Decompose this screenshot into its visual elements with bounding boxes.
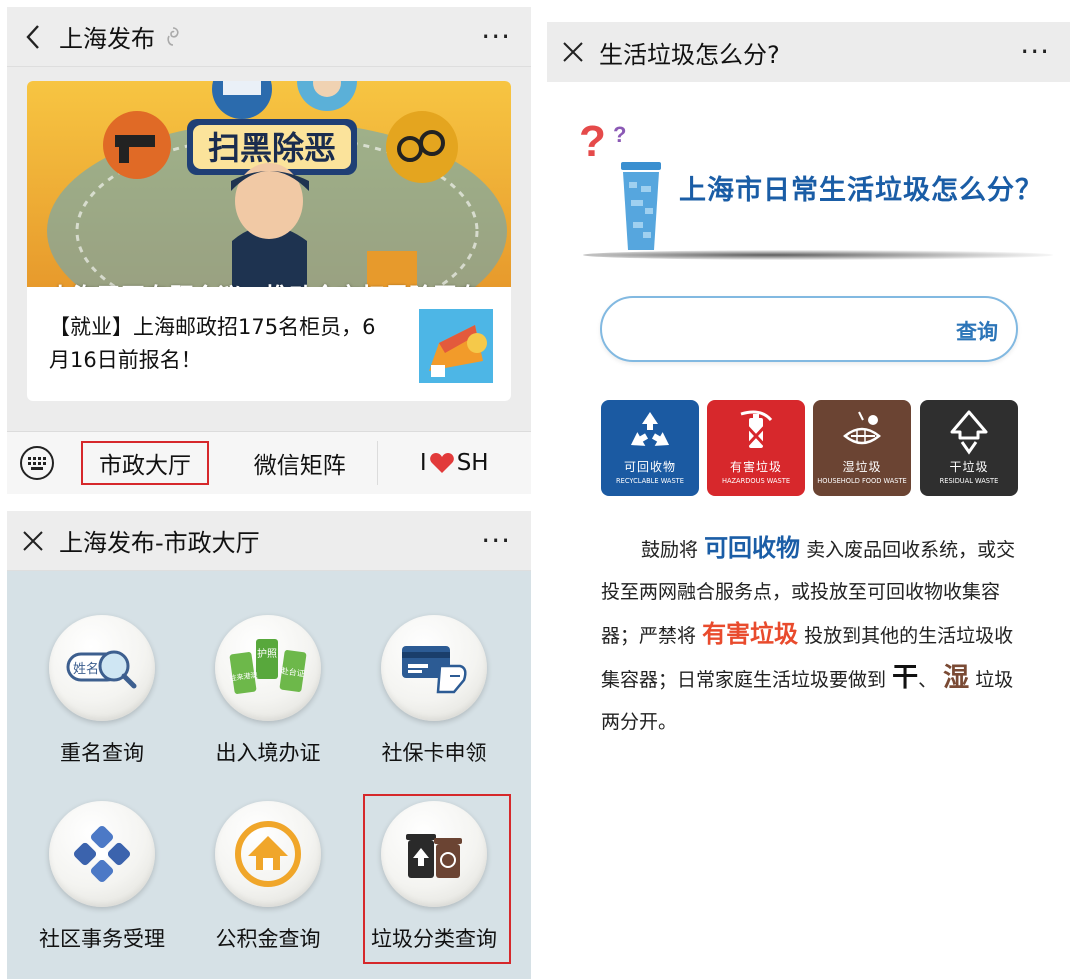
keyword-wet: 湿 [943,663,970,693]
bin-cn-label: 干垃圾 [949,460,989,474]
service-circle: 护照 往来港澳 赴台证 [215,615,321,721]
service-community-affairs[interactable]: 社区事务受理 [27,801,177,979]
bin-cn-label: 可回收物 [623,460,676,474]
menu-i-love-sh[interactable]: I SH [376,441,532,485]
menu-municipal-hall-label: 市政大厅 [99,453,191,479]
service-circle [49,801,155,907]
keyword-recyclable: 可回收物 [704,534,801,562]
close-icon [563,42,583,62]
hazardous-battery-icon [740,410,773,452]
recycle-icon [630,412,670,446]
service-label: 公积金查询 [215,927,321,951]
desc-text: 、 [918,669,938,691]
more-options-button[interactable]: ··· [1020,38,1050,66]
more-options-button[interactable]: ··· [481,526,511,555]
svg-text:姓名: 姓名 [73,661,99,676]
chevron-left-icon [26,24,39,49]
bottom-menu-bar: 市政大厅 微信矩阵 I SH [7,431,531,494]
desc-text: 鼓励将 [641,539,699,561]
close-button[interactable] [547,41,599,63]
service-circle: 姓名 [49,615,155,721]
trash-sort-highlight [363,794,511,964]
close-icon [23,530,43,551]
bin-en-label: RECYCLABLE WASTE [616,477,684,485]
search-button[interactable]: 查询 [956,316,998,346]
question-mark-icon: ? [579,117,606,166]
heart-icon [429,453,454,473]
housing-fund-icon [235,821,301,887]
bin-en-label: HOUSEHOLD FOOD WASTE [817,477,907,485]
service-circle [215,801,321,907]
service-label: 重名查询 [60,741,144,765]
service-circle [381,615,487,721]
menu-wechat-matrix-label: 微信矩阵 [253,453,346,479]
chat-title-text: 上海发布 [59,25,155,53]
menu-i-label: I [419,450,427,476]
back-button[interactable] [7,24,59,50]
food-waste-icon [843,411,881,445]
classification-description: 鼓励将 可回收物 卖入废品回收系统，或交投至两网融合服务点，或投放至可回收物收集… [601,527,1031,743]
community-icon [73,825,131,883]
service-housing-fund[interactable]: 公积金查询 [193,801,343,979]
service-label: 出入境办证 [215,741,321,765]
hero-title: 上海召开专题会议，推动全市扫黑除恶专项斗争向纵深发展！ [49,279,499,287]
page-title: 生活垃圾怎么分? [599,40,780,69]
bin-recyclable[interactable]: 可回收物 RECYCLABLE WASTE [601,400,699,496]
service-label: 社保卡申领 [381,741,487,765]
svg-text:扫黑除恶: 扫黑除恶 [208,130,336,166]
search-bar: 查询 [600,296,1018,362]
service-exit-entry[interactable]: 护照 往来港澳 赴台证 出入境办证 [193,615,343,795]
residual-waste-icon [950,410,988,455]
service-name-search[interactable]: 姓名 重名查询 [27,615,177,795]
keyboard-icon [20,446,54,480]
hero-image: 扫黑除恶 [27,81,511,287]
more-options-button[interactable]: ··· [481,22,511,51]
news-title: 【就业】上海邮政招175名柜员，6月16日前报名！ [49,315,376,372]
verified-icon [167,26,179,46]
bin-cn-label: 有害垃圾 [729,460,782,474]
article-card[interactable]: 扫黑除恶 上海召开专题会议，推动全市扫黑除恶专项斗争向纵深发展！ 【就业】上海邮… [27,81,511,401]
title-bar: 生活垃圾怎么分? ··· [547,22,1070,82]
hero-banner[interactable]: 扫黑除恶 上海召开专题会议，推动全市扫黑除恶专项斗争向纵深发展！ [27,81,511,287]
close-button[interactable] [7,530,59,552]
keyboard-toggle-button[interactable] [7,445,67,481]
social-card-icon [402,646,467,694]
name-search-icon: 姓名 [66,650,137,689]
search-input[interactable] [622,314,922,344]
bin-residual[interactable]: 干垃圾 RESIDUAL WASTE [920,400,1018,496]
megaphone-thumbnail-icon [419,309,493,383]
service-social-card[interactable]: 社保卡申领 [359,615,509,795]
title-bar: 上海发布-市政大厅 ··· [7,511,531,571]
shanghai-fabu-chat-panel: 上海发布 ··· 扫黑除恶 【就业】上海邮政招175名柜员，6月16日前报名！ … [7,7,531,494]
header-divider [583,250,1053,260]
svg-text:?: ? [613,122,626,147]
trash-can-icon [621,162,661,250]
bin-en-label: RESIDUAL WASTE [939,477,999,485]
bin-cn-label: 湿垃圾 [842,460,882,474]
bin-household-food[interactable]: 湿垃圾 HOUSEHOLD FOOD WASTE [813,400,911,496]
menu-sh-label: SH [456,450,489,476]
keyword-hazardous: 有害垃圾 [702,620,799,648]
bin-hazardous[interactable]: 有害垃圾 HAZARDOUS WASTE [707,400,805,496]
municipal-hall-panel: 上海发布-市政大厅 ··· 姓名 重名查询 护照 往来港澳 赴台证 出入境办证 … [7,511,531,979]
header-title: 上海市日常生活垃圾怎么分？ [679,175,1043,206]
svg-text:护照: 护照 [257,647,277,660]
news-list-item[interactable]: 【就业】上海邮政招175名柜员，6月16日前报名！ [27,287,511,401]
trash-classification-panel: 生活垃圾怎么分? ··· ? ? 上海市日常生活垃圾怎么分？ 查询 可回收物 R… [547,22,1070,979]
page-title: 上海发布-市政大厅 [59,529,260,557]
menu-municipal-hall[interactable]: 市政大厅 [81,441,209,485]
title-bar: 上海发布 ··· [7,7,531,67]
menu-wechat-matrix[interactable]: 微信矩阵 [223,441,377,485]
keyword-dry: 干 [892,663,919,693]
service-label: 社区事务受理 [39,927,165,951]
chat-title: 上海发布 [59,19,183,54]
passport-icon: 护照 往来港澳 赴台证 [229,639,307,694]
bin-en-label: HAZARDOUS WASTE [721,477,791,485]
